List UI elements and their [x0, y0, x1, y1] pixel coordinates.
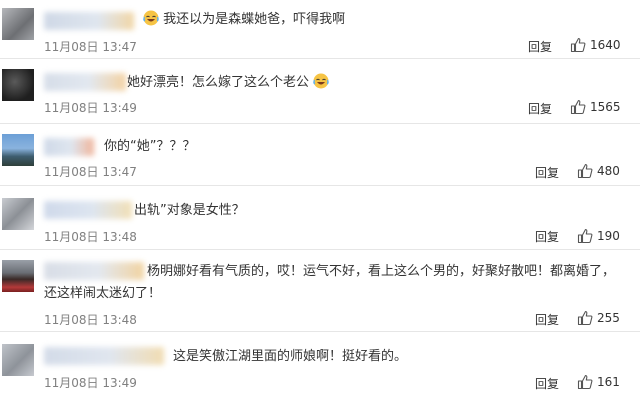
thumbs-up-icon [577, 163, 593, 179]
like-count: 1640 [590, 38, 621, 52]
timestamp: 11月08日 13:48 [44, 230, 137, 244]
reply-button[interactable]: 回复 [528, 38, 552, 55]
comment-text: 出轨”对象是女性？ [134, 200, 245, 222]
timestamp: 11月08日 13:47 [44, 165, 137, 179]
reply-button[interactable]: 回复 [535, 164, 559, 181]
laughing-crying-emoji-icon [143, 10, 159, 26]
comment-item: 她好漂亮！怎么嫁了这么个老公 11月08日 13:49 回复 1565 [0, 59, 640, 124]
comment-text-content: 她好漂亮！怎么嫁了这么个老公 [127, 75, 310, 90]
comment-item: 我还以为是森蝶她爸，吓得我啊 11月08日 13:47 回复 1640 [0, 0, 640, 59]
timestamp: 11月08日 13:48 [44, 313, 137, 327]
reply-button[interactable]: 回复 [535, 311, 559, 328]
avatar[interactable] [2, 344, 34, 376]
comment-item: 你的“她”？？？ 11月08日 13:47 回复 480 [0, 124, 640, 186]
like-count: 190 [597, 229, 620, 243]
like-count: 480 [597, 164, 620, 178]
avatar[interactable] [2, 260, 34, 292]
comment-item: 杨明娜好看有气质的，哎！运气不好，看上这么个男的，好聚好散吧！都离婚了，还这样闹… [0, 250, 640, 332]
thumbs-up-icon [570, 99, 586, 115]
username[interactable] [44, 347, 164, 365]
comment-item: 这是笑傲江湖里面的师娘啊！挺好看的。 11月08日 13:49 回复 161 [0, 332, 640, 407]
comment-text-content: 你的“她”？？？ [104, 139, 196, 154]
comment-text-content: 我还以为是森蝶她爸，吓得我啊 [163, 12, 346, 27]
like-count: 1565 [590, 100, 621, 114]
comment-text-content: 杨明娜好看有气质的，哎！运气不好，看上这么个男的，好聚好散吧！都离婚了，还这样闹… [44, 264, 616, 301]
comment-text: 我还以为是森蝶她爸，吓得我啊 [143, 9, 345, 31]
comment-text: 这是笑傲江湖里面的师娘啊！挺好看的。 [173, 346, 407, 368]
avatar[interactable] [2, 8, 34, 40]
timestamp: 11月08日 13:49 [44, 376, 137, 390]
comment-item: 出轨”对象是女性？ 11月08日 13:48 回复 190 [0, 186, 640, 250]
like-button[interactable]: 161 [577, 374, 620, 390]
comment-text: 你的“她”？？？ [104, 136, 195, 158]
username[interactable] [44, 12, 134, 30]
thumbs-up-icon [570, 37, 586, 53]
reply-button[interactable]: 回复 [535, 228, 559, 245]
like-count: 255 [597, 311, 620, 325]
avatar[interactable] [2, 69, 34, 101]
timestamp: 11月08日 13:47 [44, 40, 137, 54]
comment-text: 杨明娜好看有气质的，哎！运气不好，看上这么个男的，好聚好散吧！都离婚了，还这样闹… [44, 261, 624, 305]
thumbs-up-icon [577, 310, 593, 326]
like-button[interactable]: 1565 [570, 99, 621, 115]
username[interactable] [44, 138, 94, 156]
like-count: 161 [597, 375, 620, 389]
reply-button[interactable]: 回复 [528, 100, 552, 117]
like-button[interactable]: 1640 [570, 37, 621, 53]
laughing-crying-emoji-icon [313, 73, 329, 89]
reply-button[interactable]: 回复 [535, 375, 559, 392]
username[interactable] [44, 201, 132, 219]
like-button[interactable]: 255 [577, 310, 620, 326]
comment-text: 她好漂亮！怎么嫁了这么个老公 [127, 72, 329, 94]
comment-text-content: 这是笑傲江湖里面的师娘啊！挺好看的。 [173, 349, 408, 364]
timestamp: 11月08日 13:49 [44, 101, 137, 115]
comment-text-content: 出轨”对象是女性？ [134, 203, 245, 218]
username[interactable] [44, 73, 126, 91]
avatar[interactable] [2, 134, 34, 166]
avatar[interactable] [2, 198, 34, 230]
like-button[interactable]: 480 [577, 163, 620, 179]
like-button[interactable]: 190 [577, 228, 620, 244]
thumbs-up-icon [577, 374, 593, 390]
thumbs-up-icon [577, 228, 593, 244]
